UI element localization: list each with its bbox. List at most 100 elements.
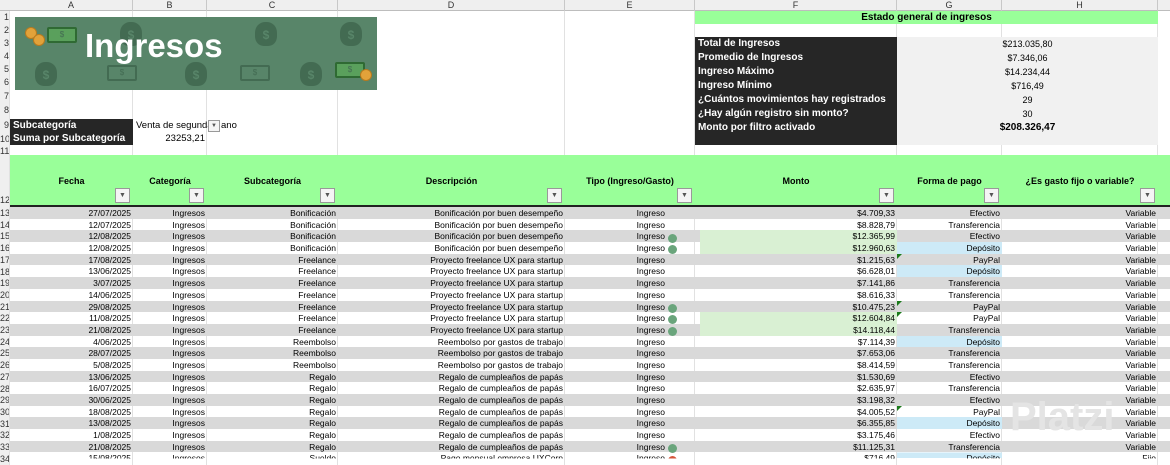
column-header[interactable]: C (207, 0, 338, 11)
table-cell[interactable]: Ingreso (565, 429, 665, 441)
table-cell[interactable]: Ingresos (133, 230, 205, 242)
table-cell[interactable]: Ingreso (565, 371, 665, 383)
table-cell[interactable]: 4/06/2025 (10, 336, 131, 348)
table-cell[interactable]: Ingresos (133, 406, 205, 418)
table-cell[interactable]: 30/06/2025 (10, 394, 131, 406)
table-cell[interactable]: PayPal (897, 254, 1000, 266)
table-cell[interactable]: Ingresos (133, 347, 205, 359)
table-cell[interactable]: Proyecto freelance UX para startup (338, 277, 563, 289)
table-row[interactable]: 29/08/2025 Ingresos Freelance Proyecto free… (10, 300, 1170, 313)
table-cell[interactable]: Variable (1002, 359, 1156, 371)
table-row[interactable]: 16/07/2025 Ingresos Regalo Regalo de cumple… (10, 382, 1170, 394)
table-cell[interactable]: Variable (1002, 289, 1156, 301)
table-cell[interactable]: $6.628,01 (695, 265, 895, 277)
table-cell[interactable]: Proyecto freelance UX para startup (338, 265, 563, 277)
table-cell[interactable]: $12.960,63 (695, 242, 895, 254)
table-cell[interactable]: Freelance (207, 289, 336, 301)
table-cell[interactable]: Pago mensual empresa UXCorp (338, 452, 563, 458)
table-cell[interactable]: Depósito (897, 336, 1000, 348)
filter-dropdown-button[interactable]: ▼ (879, 188, 894, 203)
table-cell[interactable]: Bonificación por buen desempeño (338, 230, 563, 242)
table-cell[interactable]: Regalo de cumpleaños de papás (338, 441, 563, 453)
cell-comment-indicator[interactable] (897, 312, 902, 318)
table-cell[interactable]: Variable (1002, 242, 1156, 254)
table-cell[interactable]: Regalo de cumpleaños de papás (338, 371, 563, 383)
table-cell[interactable]: Variable (1002, 265, 1156, 277)
table-cell[interactable]: PayPal (897, 406, 1000, 418)
column-header[interactable]: B (133, 0, 207, 11)
table-cell[interactable]: Proyecto freelance UX para startup (338, 301, 563, 313)
table-cell[interactable]: Ingresos (133, 254, 205, 266)
table-cell[interactable]: 1/08/2025 (10, 429, 131, 441)
table-cell[interactable]: Transferencia (897, 441, 1000, 453)
table-cell[interactable]: $7.114,39 (695, 336, 895, 348)
filter-dropdown-button[interactable]: ▼ (115, 188, 130, 203)
table-cell[interactable]: Reembolso por gastos de trabajo (338, 347, 563, 359)
table-cell[interactable]: Ingresos (133, 312, 205, 324)
table-cell[interactable]: Transferencia (897, 359, 1000, 371)
table-cell[interactable]: Regalo de cumpleaños de papás (338, 406, 563, 418)
filter-dropdown-button[interactable]: ▼ (1140, 188, 1155, 203)
filter-dropdown-button[interactable]: ▼ (547, 188, 562, 203)
table-cell[interactable]: Bonificación (207, 230, 336, 242)
table-cell[interactable]: 11/08/2025 (10, 312, 131, 324)
table-cell[interactable]: $12.365,99 (695, 230, 895, 242)
table-cell[interactable]: Ingreso (565, 312, 665, 324)
table-cell[interactable]: Ingresos (133, 417, 205, 429)
table-cell[interactable]: Ingresos (133, 219, 205, 231)
table-cell[interactable]: 16/07/2025 (10, 382, 131, 394)
table-cell[interactable]: Fijo (1002, 452, 1156, 458)
table-cell[interactable]: Freelance (207, 254, 336, 266)
table-cell[interactable]: Ingreso (565, 417, 665, 429)
table-cell[interactable]: Bonificación por buen desempeño (338, 219, 563, 231)
table-cell[interactable]: $8.616,33 (695, 289, 895, 301)
table-cell[interactable]: Proyecto freelance UX para startup (338, 312, 563, 324)
table-cell[interactable]: Ingreso (565, 336, 665, 348)
table-cell[interactable]: $10.475,23 (695, 301, 895, 313)
table-cell[interactable]: Ingresos (133, 207, 205, 219)
table-cell[interactable]: Ingreso (565, 452, 665, 458)
table-cell[interactable]: Regalo (207, 441, 336, 453)
table-cell[interactable]: $11.125,31 (695, 441, 895, 453)
table-cell[interactable]: Ingreso (565, 254, 665, 266)
table-row[interactable]: 13/06/2025 Ingresos Regalo Regalo de cumple… (10, 370, 1170, 383)
column-header[interactable]: E (565, 0, 695, 11)
table-cell[interactable]: 12/08/2025 (10, 230, 131, 242)
table-row[interactable]: 30/06/2025 Ingresos Regalo Regalo de cumple… (10, 394, 1170, 406)
table-cell[interactable]: Transferencia (897, 324, 1000, 336)
table-cell[interactable]: $4.005,52 (695, 406, 895, 418)
table-row[interactable]: 12/07/2025 Ingresos Bonificación Bonificaci… (10, 219, 1170, 231)
table-cell[interactable]: Variable (1002, 336, 1156, 348)
table-row[interactable]: 11/08/2025 Ingresos Freelance Proyecto free… (10, 312, 1170, 325)
table-cell[interactable]: 5/08/2025 (10, 359, 131, 371)
table-cell[interactable]: Ingreso (565, 382, 665, 394)
table-row[interactable]: 4/06/2025 Ingresos Reembolso Reembolso por … (10, 335, 1170, 348)
table-cell[interactable]: Regalo de cumpleaños de papás (338, 394, 563, 406)
table-cell[interactable]: Reembolso (207, 359, 336, 371)
table-cell[interactable]: Ingreso (565, 394, 665, 406)
table-cell[interactable]: Ingresos (133, 429, 205, 441)
table-cell[interactable]: 21/08/2025 (10, 441, 131, 453)
table-cell[interactable]: Regalo de cumpleaños de papás (338, 417, 563, 429)
table-cell[interactable]: Bonificación (207, 207, 336, 219)
table-cell[interactable]: Ingreso (565, 265, 665, 277)
table-cell[interactable]: Ingreso (565, 359, 665, 371)
table-cell[interactable]: Ingresos (133, 265, 205, 277)
table-cell[interactable]: Proyecto freelance UX para startup (338, 254, 563, 266)
table-cell[interactable]: Ingreso (565, 230, 665, 242)
table-cell[interactable]: 3/07/2025 (10, 277, 131, 289)
filter-dropdown-button[interactable]: ▼ (320, 188, 335, 203)
table-cell[interactable]: Depósito (897, 417, 1000, 429)
table-cell[interactable]: 13/08/2025 (10, 417, 131, 429)
table-row[interactable]: 17/08/2025 Ingresos Freelance Proyecto free… (10, 253, 1170, 266)
table-row[interactable]: 21/08/2025 Ingresos Regalo Regalo de cumple… (10, 440, 1170, 453)
table-cell[interactable]: Efectivo (897, 394, 1000, 406)
table-cell[interactable]: Proyecto freelance UX para startup (338, 289, 563, 301)
table-cell[interactable]: Freelance (207, 312, 336, 324)
column-header[interactable]: A (10, 0, 133, 11)
table-row[interactable]: 12/08/2025 Ingresos Bonificación Bonificaci… (10, 242, 1170, 255)
table-cell[interactable]: Transferencia (897, 289, 1000, 301)
table-cell[interactable]: Depósito (897, 242, 1000, 254)
table-cell[interactable]: 13/06/2025 (10, 265, 131, 277)
table-cell[interactable]: $12.604,84 (695, 312, 895, 324)
